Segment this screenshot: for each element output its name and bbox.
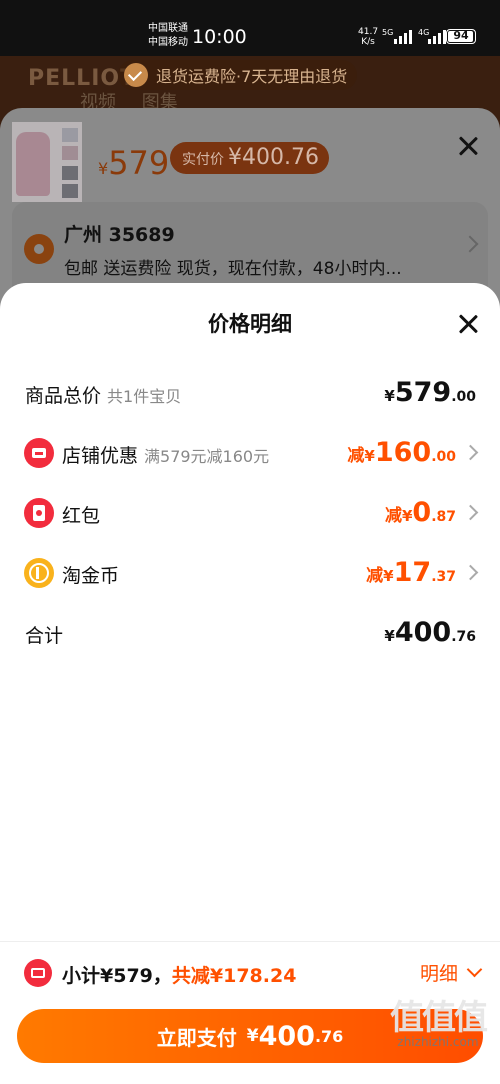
clock: 10:00 xyxy=(192,26,247,48)
actual-price-label: 实付价 xyxy=(182,152,224,168)
address-title: 广州 35689 xyxy=(64,224,175,246)
carrier-names: 中国联通 中国移动 xyxy=(148,22,188,50)
row-label: 店铺优惠 xyxy=(62,445,139,467)
status-bar: 中国联通 中国移动 10:00 41.7 K/s 5G 4G 94 xyxy=(0,0,500,56)
row-amount: 减¥17.37 xyxy=(366,557,456,588)
network-speed-value: 41.7 xyxy=(358,27,379,37)
close-icon[interactable] xyxy=(456,312,480,336)
subtotal-summary: 小计¥579，共减¥178.24 xyxy=(62,961,296,988)
subtotal-text: 小计¥579， xyxy=(62,965,172,987)
signal-1-label: 5G xyxy=(382,28,394,37)
row-sub: 满579元减160元 xyxy=(144,447,270,466)
actual-price-tag: 实付价 ¥400.76 xyxy=(170,142,329,174)
row-label: 合计 xyxy=(25,625,64,647)
detail-toggle[interactable]: 明细 xyxy=(420,959,458,986)
signal-icon xyxy=(394,30,412,44)
signal-icon xyxy=(428,30,446,44)
network-speed: 41.7 K/s xyxy=(358,27,378,47)
row-taobao-coin[interactable]: 淘金币 减¥17.37 xyxy=(0,553,500,593)
close-icon[interactable] xyxy=(456,134,480,158)
battery-level: 94 xyxy=(453,29,469,42)
return-notice-text: 退货运费险·7天无理由退货 xyxy=(156,67,348,86)
red-packet-icon xyxy=(24,498,54,528)
jacket-image xyxy=(16,132,50,196)
delivery-info: 包邮 送运费险 现货，现在付款，48小时内... xyxy=(64,259,402,279)
watermark: 值值值 zhizhizhi.com xyxy=(390,998,488,1049)
row-amount: 减¥0.87 xyxy=(384,497,456,528)
chevron-right-icon xyxy=(462,564,479,581)
chevron-right-icon xyxy=(461,235,479,253)
carrier-2: 中国移动 xyxy=(148,37,188,48)
row-label: 红包 xyxy=(62,505,101,527)
coin-icon xyxy=(24,558,54,588)
chevron-right-icon xyxy=(462,504,479,521)
shield-check-icon xyxy=(124,63,148,87)
row-shop-discount[interactable]: 店铺优惠 满579元减160元 减¥160.00 xyxy=(0,433,500,473)
return-notice: 退货运费险·7天无理由退货 xyxy=(118,60,358,90)
bottom-bar: 小计¥579，共减¥178.24 明细 立即支付 ¥400.76 值值值 zhi… xyxy=(0,941,500,1084)
row-sub: 共1件宝贝 xyxy=(107,387,182,406)
row-goods-total: 商品总价 共1件宝贝 ¥579.00 xyxy=(0,373,500,413)
network-speed-unit: K/s xyxy=(361,37,375,47)
product-thumbnail xyxy=(12,122,82,202)
row-amount: ¥579.00 xyxy=(384,377,476,408)
total-saved: 共减¥178.24 xyxy=(171,965,297,987)
row-label: 商品总价 xyxy=(25,385,102,407)
sheet-title: 价格明细 xyxy=(208,312,292,336)
shop-icon xyxy=(24,438,54,468)
location-pin-icon xyxy=(24,234,54,264)
row-label: 淘金币 xyxy=(62,565,120,587)
chevron-right-icon xyxy=(462,444,479,461)
chevron-down-icon[interactable] xyxy=(466,961,483,978)
row-amount: 减¥160.00 xyxy=(347,437,456,468)
carrier-1: 中国联通 xyxy=(148,23,188,34)
pay-label: 立即支付 xyxy=(156,1025,237,1050)
ticket-icon xyxy=(24,959,52,987)
row-red-packet[interactable]: 红包 减¥0.87 xyxy=(0,493,500,533)
row-total: 合计 ¥400.76 xyxy=(0,613,500,653)
actual-price-value: ¥400.76 xyxy=(228,145,319,170)
battery-icon: 94 xyxy=(446,29,476,44)
row-amount: ¥400.76 xyxy=(384,617,476,648)
sku-price: ¥579 xyxy=(98,144,170,182)
